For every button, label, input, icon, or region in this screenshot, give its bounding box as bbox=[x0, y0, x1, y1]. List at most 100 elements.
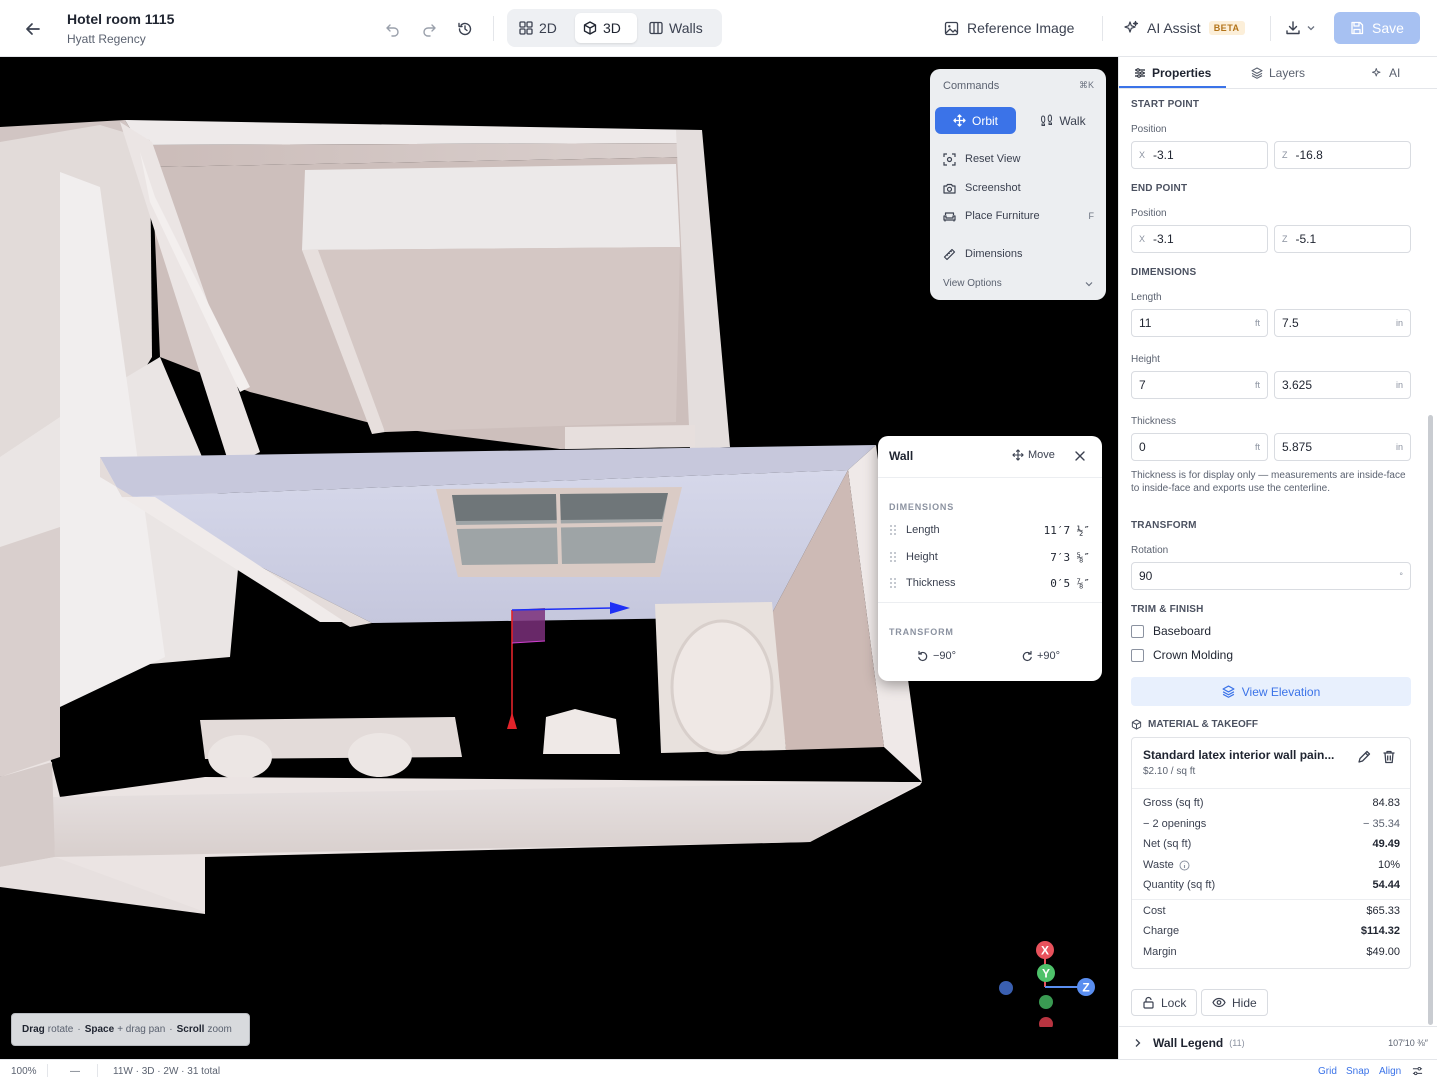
lock-button[interactable]: Lock bbox=[1131, 989, 1198, 1016]
bathtub-basin[interactable] bbox=[670, 619, 774, 755]
end-z-input[interactable]: Z -5.1 bbox=[1274, 225, 1411, 253]
start-z-input[interactable]: Z -16.8 bbox=[1274, 141, 1411, 169]
reset-view-command[interactable]: Reset View bbox=[943, 149, 1094, 169]
baseboard-checkbox[interactable]: Baseboard bbox=[1131, 624, 1211, 638]
grip-icon[interactable] bbox=[889, 524, 897, 536]
close-icon[interactable] bbox=[1073, 449, 1087, 463]
export-dropdown-button[interactable] bbox=[1285, 14, 1316, 42]
zoom-level[interactable]: 100% bbox=[11, 1066, 37, 1077]
toilet[interactable] bbox=[543, 709, 620, 754]
gizmo-plane-handle[interactable] bbox=[512, 608, 545, 643]
lock-icon bbox=[1143, 996, 1154, 1009]
place-furniture-command[interactable]: Place Furniture F bbox=[943, 206, 1094, 226]
tab-ai[interactable]: AI bbox=[1371, 57, 1400, 89]
save-button[interactable]: Save bbox=[1334, 12, 1420, 44]
start-x-value: -3.1 bbox=[1153, 148, 1174, 162]
wall-corner[interactable] bbox=[0, 762, 55, 867]
height-in-input[interactable]: 3.625 in bbox=[1274, 371, 1411, 399]
gizmo-arrow-y[interactable] bbox=[507, 712, 517, 729]
wall-segment[interactable] bbox=[565, 425, 695, 449]
footprints-icon bbox=[1041, 114, 1053, 126]
rotation-input[interactable]: 90 ° bbox=[1131, 562, 1411, 590]
3d-viewport[interactable]: Commands ⌘K Orbit Walk Reset View Screen… bbox=[0, 57, 1118, 1059]
download-icon bbox=[1286, 21, 1300, 35]
view-options-toggle[interactable]: View Options bbox=[943, 278, 1094, 289]
view-elevation-button[interactable]: View Elevation bbox=[1131, 677, 1411, 706]
takeoff-label: Charge bbox=[1143, 925, 1180, 937]
wall-face[interactable] bbox=[0, 527, 60, 777]
sliders-icon bbox=[1135, 68, 1145, 78]
thickness-in-input[interactable]: 5.875 in bbox=[1274, 433, 1411, 461]
axis-neg-x[interactable] bbox=[1039, 1017, 1053, 1027]
snap-toggle[interactable]: Snap bbox=[1346, 1066, 1369, 1077]
trash-icon[interactable] bbox=[1381, 749, 1397, 765]
end-x-input[interactable]: X -3.1 bbox=[1131, 225, 1268, 253]
height-ft-input[interactable]: 7 ft bbox=[1131, 371, 1268, 399]
wall-top[interactable] bbox=[125, 120, 702, 145]
view-mode-walls[interactable]: Walls bbox=[641, 13, 718, 43]
dimensions-command[interactable]: Dimensions bbox=[943, 244, 1094, 264]
axis-prefix: Z bbox=[1282, 234, 1288, 244]
divider bbox=[1132, 788, 1410, 789]
info-icon[interactable] bbox=[1179, 860, 1190, 871]
start-x-input[interactable]: X -3.1 bbox=[1131, 141, 1268, 169]
tab-layers[interactable]: Layers bbox=[1251, 57, 1305, 89]
redo-button[interactable] bbox=[418, 18, 440, 40]
sink-basin[interactable] bbox=[348, 733, 412, 777]
header-divider bbox=[1270, 16, 1271, 41]
takeoff-value: − 35.34 bbox=[1362, 818, 1400, 830]
closet-top[interactable] bbox=[302, 164, 680, 250]
view-mode-2d[interactable]: 2D bbox=[511, 13, 574, 43]
save-label: Save bbox=[1372, 20, 1404, 36]
wall-legend-toggle[interactable]: Wall Legend (11) 107′10 ⅜″ bbox=[1119, 1026, 1437, 1059]
reset-view-icon bbox=[943, 152, 956, 166]
back-button[interactable] bbox=[20, 16, 46, 42]
axis-neg-y[interactable] bbox=[1039, 995, 1053, 1009]
history-button[interactable] bbox=[454, 18, 476, 40]
camera-icon bbox=[943, 183, 956, 194]
pencil-icon[interactable] bbox=[1356, 749, 1372, 765]
screenshot-command[interactable]: Screenshot bbox=[943, 178, 1094, 198]
length-in-input[interactable]: 7.5 in bbox=[1274, 309, 1411, 337]
hint-space: Space bbox=[84, 1024, 115, 1035]
wall-height-row[interactable]: Height 7′3 ⅝″ bbox=[889, 549, 1090, 565]
grid-toggle[interactable]: Grid bbox=[1318, 1066, 1337, 1077]
axis-orientation-gizmo[interactable]: X Y Z bbox=[995, 937, 1105, 1027]
orbit-button[interactable]: Orbit bbox=[935, 107, 1016, 134]
unit-ft: ft bbox=[1254, 318, 1260, 328]
grip-icon[interactable] bbox=[889, 551, 897, 563]
checkbox-box[interactable] bbox=[1131, 648, 1144, 662]
move-button[interactable]: Move bbox=[1012, 449, 1055, 461]
undo-button[interactable] bbox=[382, 18, 404, 40]
walk-button[interactable]: Walk bbox=[1026, 107, 1100, 134]
wall-thickness-row[interactable]: Thickness 0′5 ⅞″ bbox=[889, 575, 1090, 591]
divider bbox=[1132, 899, 1410, 900]
rotate-ccw-button[interactable]: −90° bbox=[917, 650, 956, 662]
axis-neg-z[interactable] bbox=[999, 981, 1013, 995]
length-ft-input[interactable]: 11 ft bbox=[1131, 309, 1268, 337]
view-mode-3d[interactable]: 3D bbox=[575, 13, 637, 43]
start-point-heading: START POINT bbox=[1131, 99, 1200, 110]
sink-basin[interactable] bbox=[208, 735, 272, 779]
reference-image-button[interactable]: Reference Image bbox=[944, 14, 1074, 42]
grip-icon[interactable] bbox=[889, 577, 897, 589]
tab-properties[interactable]: Properties bbox=[1134, 57, 1211, 89]
rotate-cw-button[interactable]: +90° bbox=[1021, 650, 1060, 662]
wall-height-value: 7′3 ⅝″ bbox=[1050, 550, 1090, 564]
align-toggle[interactable]: Align bbox=[1379, 1066, 1401, 1077]
hide-button[interactable]: Hide bbox=[1201, 989, 1268, 1016]
panel-scrollbar[interactable] bbox=[1428, 415, 1433, 1025]
checkbox-box[interactable] bbox=[1131, 624, 1144, 638]
settings-sliders-icon[interactable] bbox=[1412, 1066, 1423, 1077]
hint-scroll: Scroll bbox=[176, 1024, 205, 1035]
height-label: Height bbox=[1131, 354, 1160, 365]
ai-assist-button[interactable]: AI Assist BETA bbox=[1123, 14, 1245, 42]
wall-length-row[interactable]: Length 11′7 ½″ bbox=[889, 522, 1090, 538]
hint-dot: · bbox=[169, 1024, 173, 1035]
status-divider bbox=[97, 1064, 98, 1077]
active-tab-indicator bbox=[1119, 86, 1226, 88]
wall-thickness-value: 0′5 ⅞″ bbox=[1050, 576, 1090, 590]
beta-badge: BETA bbox=[1208, 21, 1245, 35]
crown-molding-checkbox[interactable]: Crown Molding bbox=[1131, 648, 1233, 662]
thickness-ft-input[interactable]: 0 ft bbox=[1131, 433, 1268, 461]
